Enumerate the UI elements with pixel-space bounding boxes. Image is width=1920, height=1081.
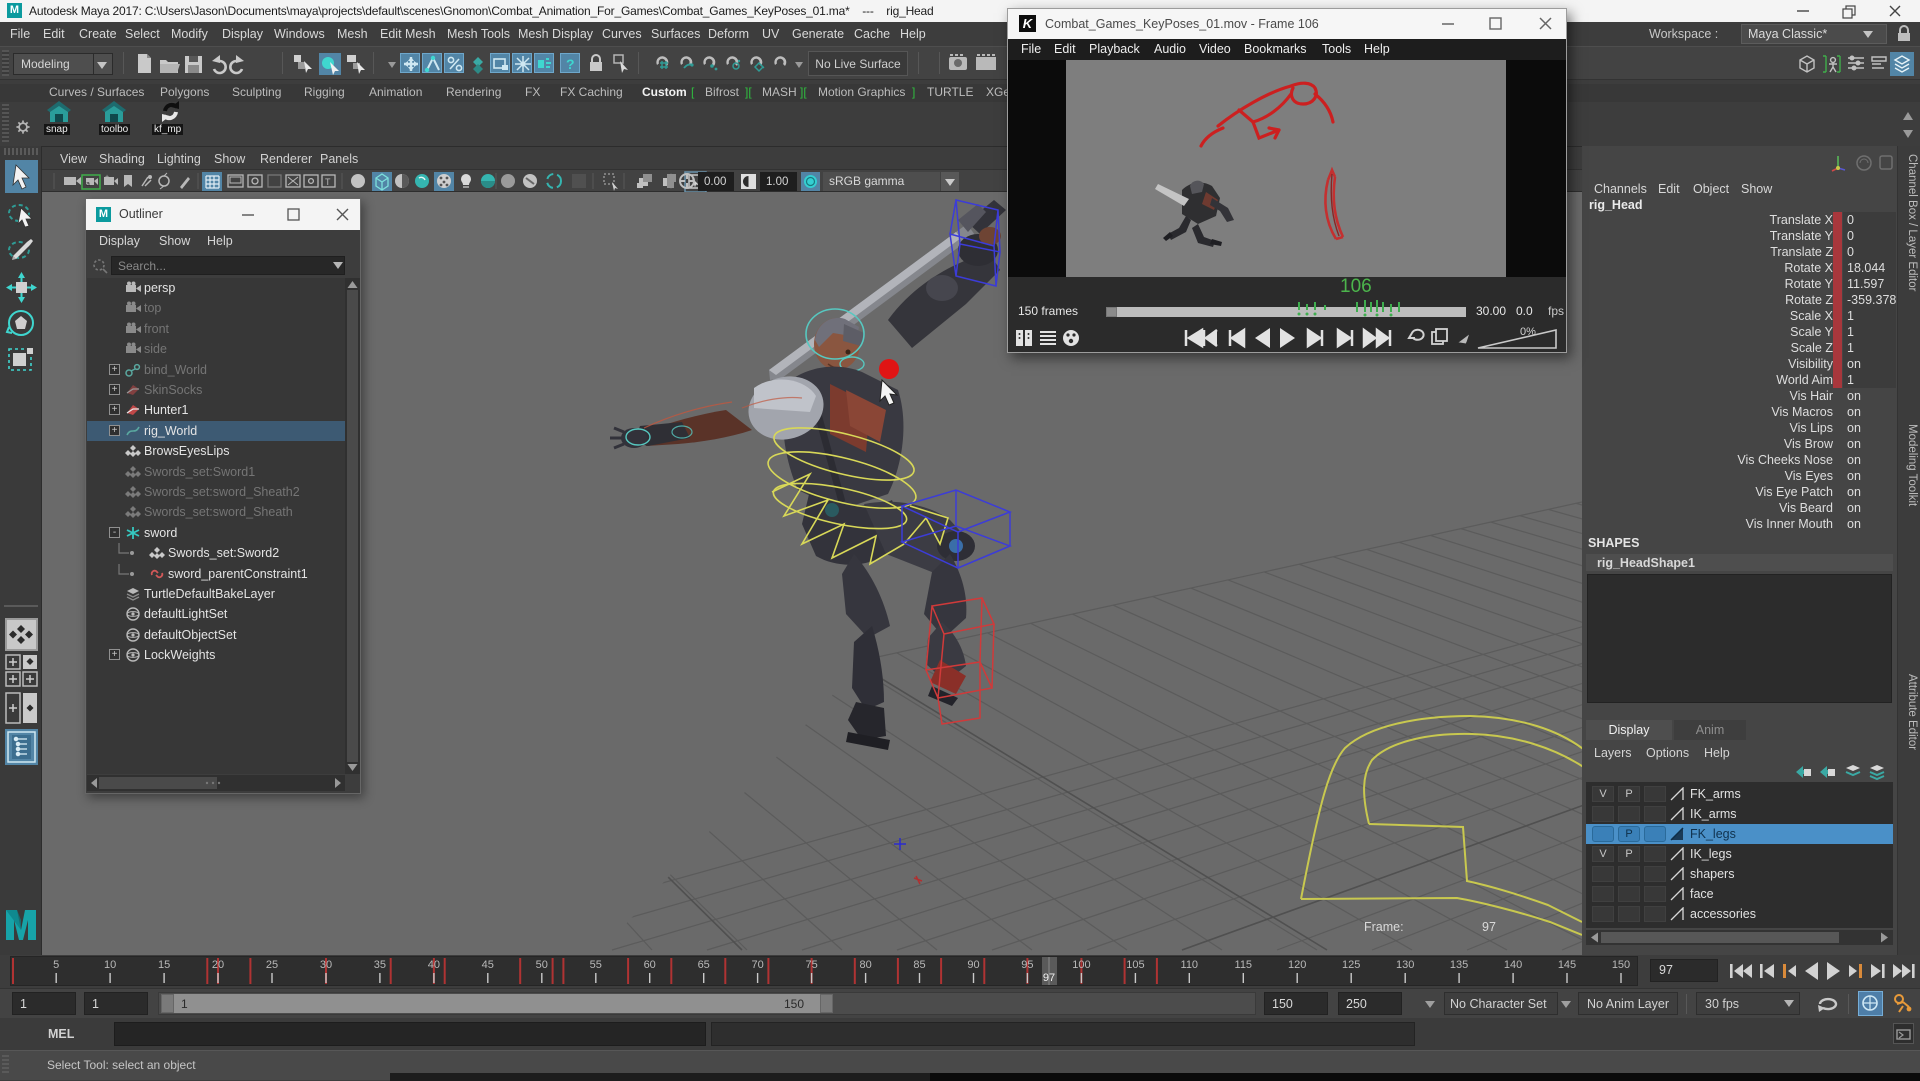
svg-text:?: ?: [566, 56, 575, 72]
svg-text:115: 115: [1235, 959, 1253, 971]
svg-text:20: 20: [212, 959, 224, 971]
svg-text:0.00: 0.00: [704, 176, 726, 188]
svg-text:70: 70: [751, 959, 763, 971]
svg-text:25: 25: [266, 959, 278, 971]
svg-text:35: 35: [374, 959, 386, 971]
svg-text:97: 97: [1043, 972, 1055, 984]
svg-text:120: 120: [1288, 959, 1306, 971]
svg-text:sRGB gamma: sRGB gamma: [829, 174, 905, 188]
svg-text:105: 105: [1126, 959, 1144, 971]
svg-text:10: 10: [104, 959, 116, 971]
svg-text:50: 50: [536, 959, 548, 971]
svg-text:100: 100: [1072, 959, 1090, 971]
svg-text:0%: 0%: [1520, 326, 1536, 338]
svg-text:a: a: [86, 181, 90, 188]
svg-text:60: 60: [644, 959, 656, 971]
svg-text:30: 30: [320, 959, 332, 971]
svg-text:135: 135: [1450, 959, 1468, 971]
svg-text:145: 145: [1558, 959, 1576, 971]
svg-text:40: 40: [428, 959, 440, 971]
svg-text:75: 75: [805, 959, 817, 971]
svg-text:85: 85: [913, 959, 925, 971]
svg-text:15: 15: [158, 959, 170, 971]
svg-text:125: 125: [1342, 959, 1360, 971]
svg-text:150: 150: [1612, 959, 1630, 971]
svg-text:55: 55: [590, 959, 602, 971]
svg-text:5: 5: [53, 959, 59, 971]
svg-text:110: 110: [1181, 959, 1199, 971]
svg-text:T: T: [325, 177, 331, 187]
svg-text:90: 90: [967, 959, 979, 971]
svg-text:45: 45: [482, 959, 494, 971]
svg-text:95: 95: [1021, 959, 1033, 971]
svg-text:+: +: [105, 174, 109, 181]
svg-text:130: 130: [1396, 959, 1414, 971]
svg-text:1.00: 1.00: [766, 176, 788, 188]
svg-text:80: 80: [859, 959, 871, 971]
svg-text:65: 65: [698, 959, 710, 971]
svg-text:140: 140: [1504, 959, 1522, 971]
